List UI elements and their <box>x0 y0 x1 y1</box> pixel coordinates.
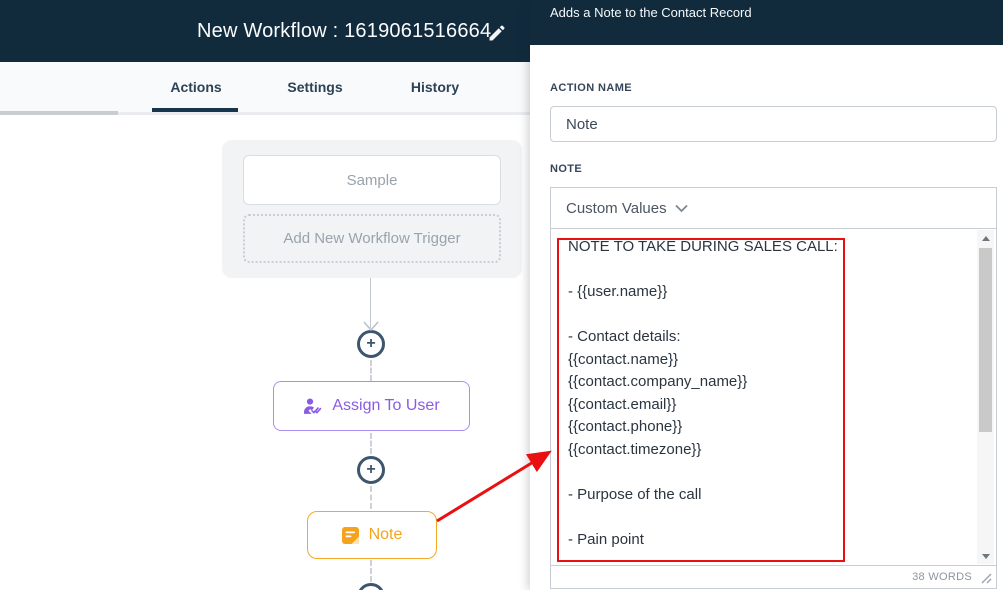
custom-values-dropdown[interactable]: Custom Values <box>550 187 997 229</box>
note-editor: Custom Values NOTE TO TAKE DURING SALES … <box>550 187 997 589</box>
sample-trigger-button[interactable]: Sample <box>243 155 501 205</box>
plus-icon: + <box>366 336 375 352</box>
textarea-scrollbar[interactable] <box>977 230 994 564</box>
active-tab-underline <box>152 108 238 112</box>
connector-arrowhead-icon <box>364 322 378 330</box>
connector-dashed <box>370 360 372 381</box>
resize-grip-icon[interactable] <box>981 573 992 584</box>
assign-node-label: Assign To User <box>332 397 439 415</box>
add-step-button-3[interactable]: + <box>357 583 385 590</box>
chevron-down-icon <box>675 204 688 213</box>
scrollbar-thumb[interactable] <box>979 248 992 432</box>
action-node-assign-to-user[interactable]: Assign To User <box>273 381 470 431</box>
trigger-card: Sample Add New Workflow Trigger <box>222 140 522 278</box>
tab-history[interactable]: History <box>398 62 472 112</box>
panel-header: Adds a Note to the Contact Record <box>530 0 1003 45</box>
scroll-down-icon[interactable] <box>977 548 994 564</box>
action-name-label: ACTION NAME <box>550 82 632 94</box>
note-icon <box>342 527 359 544</box>
assign-user-icon <box>303 397 322 416</box>
scroll-up-icon[interactable] <box>977 230 994 246</box>
action-settings-panel: Adds a Note to the Contact Record ACTION… <box>530 0 1003 590</box>
add-trigger-button[interactable]: Add New Workflow Trigger <box>243 214 501 263</box>
action-node-note[interactable]: Note <box>307 511 437 559</box>
tab-actions[interactable]: Actions <box>160 62 232 112</box>
note-label: NOTE <box>550 163 582 175</box>
canvas-horizontal-scrollbar[interactable] <box>0 111 118 115</box>
note-textarea[interactable]: NOTE TO TAKE DURING SALES CALL: - {{user… <box>550 229 997 566</box>
edit-title-button[interactable] <box>487 23 507 43</box>
tab-settings[interactable]: Settings <box>275 62 355 112</box>
note-node-label: Note <box>369 526 403 544</box>
connector-line <box>370 278 371 328</box>
add-step-button-1[interactable]: + <box>357 330 385 358</box>
editor-status-bar: 38 WORDS <box>550 565 997 589</box>
pencil-icon <box>487 23 507 43</box>
plus-icon: + <box>366 462 375 478</box>
custom-values-label: Custom Values <box>566 200 667 217</box>
note-text-content: NOTE TO TAKE DURING SALES CALL: - {{user… <box>568 236 972 551</box>
connector-dashed <box>370 486 372 509</box>
action-name-input[interactable] <box>550 106 997 142</box>
workflow-title: New Workflow : 1619061516664 <box>197 0 491 62</box>
word-count: 38 WORDS <box>912 571 972 583</box>
add-step-button-2[interactable]: + <box>357 456 385 484</box>
workflow-editor-screen: New Workflow : 1619061516664 Actions Set… <box>0 0 1003 590</box>
connector-dashed <box>370 560 372 582</box>
connector-dashed <box>370 433 372 454</box>
